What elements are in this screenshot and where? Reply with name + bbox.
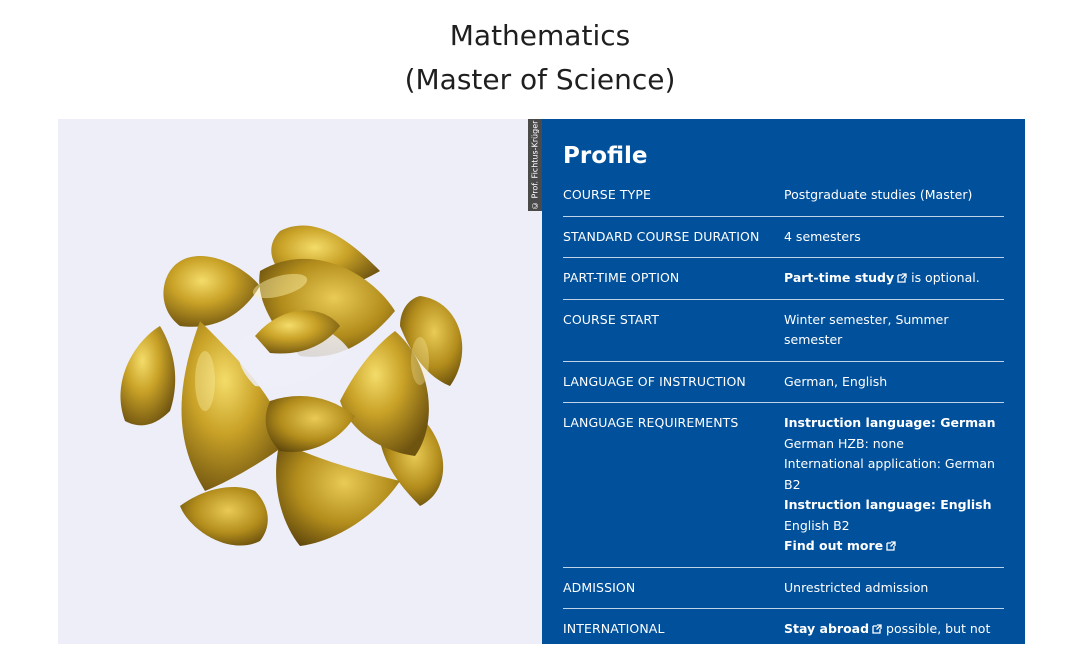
external-link-icon xyxy=(886,541,896,551)
german-international: International application: German B2 xyxy=(784,456,995,492)
course-type-value: Postgraduate studies (Master) xyxy=(784,187,973,202)
english-instruction-heading: Instruction language: English xyxy=(784,497,992,512)
international-label: INTERNATIONAL xyxy=(563,621,665,636)
page-title: Mathematics (Master of Science) xyxy=(0,14,1080,102)
profile-panel: Profile COURSE TYPE Postgraduate studies… xyxy=(542,119,1025,657)
admission-label: ADMISSION xyxy=(563,579,636,595)
row-admission: ADMISSION Unrestricted admission xyxy=(563,568,1004,609)
part-time-value: Part-time study is optional. xyxy=(784,268,1004,289)
course-start-label: COURSE START xyxy=(563,311,659,327)
row-language: LANGUAGE OF INSTRUCTION German, English xyxy=(563,362,1004,403)
page-title-line-2: (Master of Science) xyxy=(404,63,676,96)
course-start-value: Winter semester, Summer semester xyxy=(784,311,949,348)
row-international: INTERNATIONAL Stay abroad possible, but … xyxy=(563,609,1004,666)
find-out-more-link[interactable]: Find out more xyxy=(784,536,1004,557)
language-value: German, English xyxy=(784,373,888,389)
external-link-icon xyxy=(872,624,882,634)
row-course-start: COURSE START Winter semester, Summer sem… xyxy=(563,300,1004,362)
part-time-study-link[interactable]: Part-time study xyxy=(784,270,907,285)
duration-value: 4 semesters xyxy=(784,228,861,244)
stay-abroad-link[interactable]: Stay abroad xyxy=(784,621,882,636)
duration-label: STANDARD COURSE DURATION xyxy=(563,228,760,244)
image-credit: © Prof. Fichtus-Krüger xyxy=(528,119,542,211)
row-duration: STANDARD COURSE DURATION 4 semesters xyxy=(563,217,1004,258)
row-part-time: PART-TIME OPTION Part-time study is opti… xyxy=(563,258,1004,300)
row-language-requirements: LANGUAGE REQUIREMENTS Instruction langua… xyxy=(563,403,1004,568)
part-time-label: PART-TIME OPTION xyxy=(563,270,680,285)
german-instruction-heading: Instruction language: German xyxy=(784,415,996,430)
german-hzb: German HZB: none xyxy=(784,435,904,451)
language-label: LANGUAGE OF INSTRUCTION xyxy=(563,373,746,389)
profile-heading: Profile xyxy=(563,143,648,169)
english-level: English B2 xyxy=(784,517,850,533)
row-course-type: COURSE TYPE Postgraduate studies (Master… xyxy=(563,175,1004,217)
external-link-icon xyxy=(897,273,907,283)
course-type-label: COURSE TYPE xyxy=(563,187,652,202)
language-requirements-label: LANGUAGE REQUIREMENTS xyxy=(563,415,739,430)
part-time-suffix: is optional. xyxy=(907,270,980,285)
course-image xyxy=(58,119,542,644)
international-value: Stay abroad possible, but not obligatory… xyxy=(784,619,1004,660)
admission-value: Unrestricted admission xyxy=(784,579,929,595)
page-title-line-1: Mathematics xyxy=(449,19,631,52)
language-requirements-value: Instruction language: German German HZB:… xyxy=(784,413,1004,557)
golden-knot-sculpture xyxy=(120,225,463,546)
